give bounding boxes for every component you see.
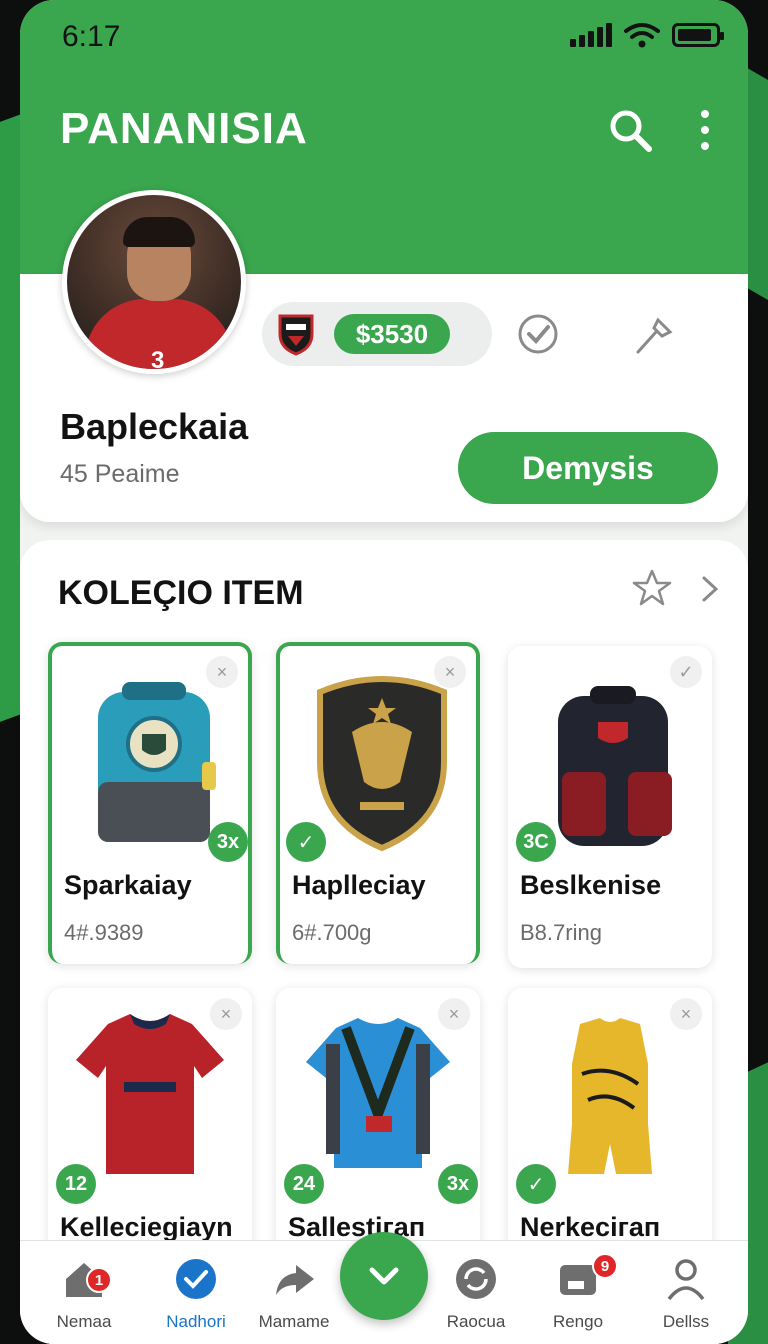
selected-check-badge: ✓ — [516, 1164, 556, 1204]
remove-item-button[interactable]: × — [438, 998, 470, 1030]
pin-icon[interactable] — [632, 314, 676, 358]
nav-item-share[interactable]: Mamame — [244, 1257, 344, 1337]
check-circle-icon — [176, 1259, 216, 1299]
item-meta: 6#.700g — [292, 920, 372, 945]
item-count-badge: 24 — [284, 1164, 324, 1204]
nav-label: Rengo — [552, 1312, 604, 1331]
notification-badge: 1 — [86, 1267, 112, 1293]
status-bar: 6:17 — [20, 18, 748, 58]
nav-label: Mamame — [258, 1312, 330, 1331]
collection-panel: KOLEÇIO ITEM × 3x Sparkaiay 4#.9389 × ✓ … — [20, 540, 748, 1344]
item-count-badge: 3x — [208, 822, 248, 862]
item-title: Hapllеciay — [292, 870, 426, 900]
collection-card[interactable]: × 3x Sparkaiay 4#.9389 — [48, 642, 252, 964]
avatar-jersey-number: 3 — [151, 347, 165, 374]
remove-item-button[interactable]: × — [210, 998, 242, 1030]
remove-item-button[interactable]: × — [434, 656, 466, 688]
item-title: Kellеciеgiayn — [60, 1212, 233, 1242]
item-meta: 4#.9389 — [64, 920, 144, 945]
nav-label: Raocua — [446, 1312, 506, 1331]
done-item-button[interactable]: ✓ — [670, 656, 702, 688]
profile-name: Baplеckaia — [60, 406, 249, 447]
item-meta: B8.7ring — [520, 920, 602, 945]
section-title: KOLEÇIO ITEM — [58, 574, 304, 612]
profile-subtitle: 45 Peaime — [60, 460, 180, 488]
search-icon[interactable] — [606, 106, 654, 154]
nav-item-home[interactable]: 1 Nemaa — [34, 1257, 134, 1337]
item-count-badge: 3C — [516, 822, 556, 862]
battery-icon — [672, 23, 724, 47]
avatar[interactable]: 3 — [62, 190, 246, 374]
verified-check-icon[interactable] — [516, 312, 560, 356]
item-title: Sparkaiay — [64, 870, 192, 900]
nav-item-profile[interactable]: Dellss — [636, 1257, 736, 1337]
item-multiplier-badge: 3x — [438, 1164, 478, 1204]
share-arrow-icon — [276, 1265, 314, 1295]
status-time: 6:17 — [62, 20, 121, 53]
nav-item-wallet[interactable]: 9 Rengo — [528, 1253, 628, 1337]
balance-pill[interactable]: $3530 — [262, 302, 492, 366]
star-icon[interactable] — [632, 568, 672, 608]
phone-screen: 6:17 PANANISIA Baplеckaia 45 Peaime Demy… — [20, 0, 748, 1344]
fab-expand-button[interactable] — [340, 1232, 428, 1320]
selected-check-badge: ✓ — [286, 822, 326, 862]
club-badge-icon — [278, 314, 314, 356]
balance-amount: $3530 — [334, 314, 450, 354]
status-icons — [570, 22, 724, 48]
app-title: PANANISIA — [60, 104, 308, 153]
avatar-hair — [123, 217, 195, 247]
collection-card[interactable]: ✓ 3C Beslkenise B8.7ring — [508, 646, 712, 968]
crest-image — [317, 676, 447, 852]
notification-badge: 9 — [592, 1253, 618, 1279]
remove-item-button[interactable]: × — [670, 998, 702, 1030]
remove-item-button[interactable]: × — [206, 656, 238, 688]
item-count-badge: 12 — [56, 1164, 96, 1204]
nav-label: Dellss — [662, 1312, 710, 1331]
wifi-icon — [624, 23, 660, 48]
chevron-right-icon[interactable] — [698, 574, 722, 604]
signal-icon — [570, 23, 612, 47]
nav-label: Nadhori — [166, 1312, 226, 1331]
nav-label: Nemaa — [56, 1312, 112, 1331]
nav-item-check[interactable]: Nadhori — [146, 1257, 246, 1337]
sync-icon — [456, 1259, 496, 1299]
user-icon — [667, 1259, 705, 1301]
chevron-down-icon — [369, 1267, 399, 1285]
item-title: Beslkenise — [520, 870, 662, 900]
nav-item-sync[interactable]: Raocua — [426, 1257, 526, 1337]
profile-action-button[interactable]: Demysis — [458, 432, 718, 504]
item-title: Nerkеciгап — [520, 1212, 661, 1242]
more-options-icon[interactable] — [690, 106, 720, 154]
collection-card[interactable]: × ✓ Hapllеciay 6#.700g — [276, 642, 480, 964]
